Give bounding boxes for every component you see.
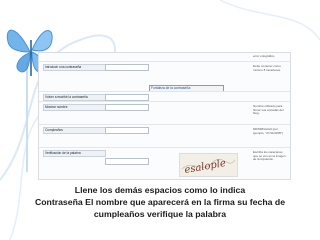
birthday-row: Cumpleaños DD/MM/AAAA (por ejemplo, "27/… (39, 124, 290, 148)
signup-form-screenshot: error ortográfico. Introducir una contra… (38, 52, 291, 180)
caption-line-3: cumpleaños verifique la palabra (93, 209, 227, 219)
word-verification-row: Verificación de la palabra Escriba los c… (39, 147, 290, 179)
password-label: Introducir una contraseña (43, 64, 106, 71)
password-input[interactable] (105, 64, 149, 71)
password-row: Introducir una contraseña Fortaleza de l… (39, 61, 290, 92)
word-verification-input[interactable] (105, 158, 149, 165)
birthday-help: DD/MM/AAAA (por ejemplo, "27/11/2005") (253, 127, 284, 135)
caption-line-2: Contraseña El nombre que aparecerá en la… (34, 197, 286, 207)
display-name-label: Mostrar nombre (43, 104, 106, 111)
birthday-input[interactable] (105, 127, 149, 134)
confirm-password-input[interactable] (105, 94, 149, 101)
display-name-help: Nombre utilizado para firmar sus entrada… (253, 104, 284, 116)
captcha-text: esalople (184, 158, 227, 176)
confirm-password-label: Volver a escribir la contraseña (43, 94, 106, 101)
birthday-label: Cumpleaños (43, 127, 106, 134)
display-name-input[interactable] (105, 104, 149, 111)
slide-caption: Llene los demás espacios como lo indica … (0, 184, 320, 220)
word-verification-help: Escriba los caracteres que se ven en la … (253, 150, 286, 162)
display-name-row: Mostrar nombre Nombre utilizado para fir… (39, 101, 290, 125)
captcha-image: esalople (179, 153, 238, 177)
password-help: Debe contener como mínimo 8 caracteres. (253, 64, 282, 72)
caption-line-1: Llene los demás espacios como lo indica (74, 185, 246, 195)
word-verification-label: Verificación de la palabra (43, 150, 106, 157)
form-top-note: error ortográfico. (253, 54, 276, 58)
